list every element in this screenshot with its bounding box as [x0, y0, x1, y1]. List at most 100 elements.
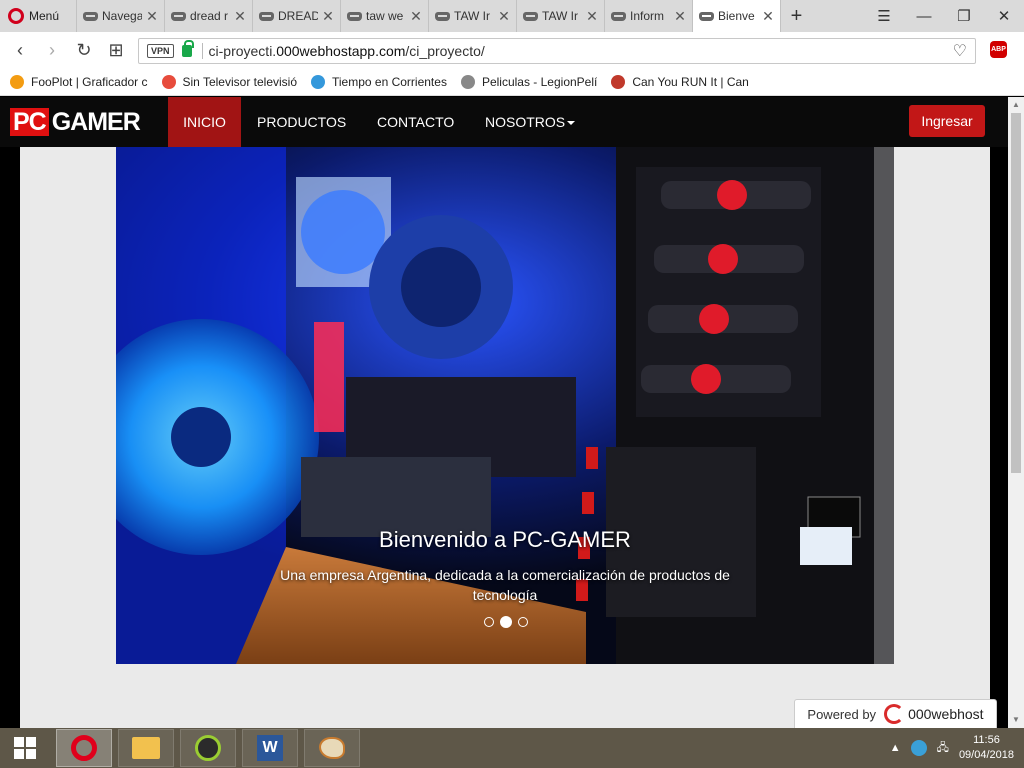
opera-menu-button[interactable]: Menú [0, 0, 76, 32]
browser-tab[interactable]: TAW Ir ✕ [428, 0, 516, 32]
bookmark-label: Can You RUN It | Can [632, 74, 749, 89]
minimize-icon[interactable]: — [904, 0, 944, 32]
tab-label: TAW Ir [454, 9, 490, 23]
file-explorer-icon [132, 737, 160, 759]
nav-inicio[interactable]: INICIO [168, 97, 241, 147]
close-tab-icon[interactable]: ✕ [762, 8, 774, 25]
powered-label: Powered by [807, 706, 877, 722]
bookmark-label: Sin Televisor televisió [182, 74, 298, 89]
taskbar-paint[interactable] [304, 729, 360, 767]
bookmark-label: FooPlot | Graficador c [31, 74, 148, 89]
incognito-icon [83, 11, 98, 21]
bookmark-item[interactable]: FooPlot | Graficador c [10, 74, 148, 89]
bookmark-item[interactable]: Peliculas - LegionPelí [460, 74, 597, 89]
tab-label: taw we [366, 9, 404, 23]
logo-gamer: GAMER [51, 107, 141, 136]
hero-carousel[interactable]: Bienvenido a PC-GAMER Una empresa Argent… [116, 147, 894, 664]
bookmark-item[interactable]: Can You RUN It | Can [611, 74, 749, 89]
nav-contacto[interactable]: CONTACTO [377, 97, 454, 147]
paint-icon [319, 737, 345, 759]
browser-tab[interactable]: dread r ✕ [164, 0, 252, 32]
close-tab-icon[interactable]: ✕ [146, 8, 158, 25]
tab-label: dread r [190, 9, 229, 23]
incognito-icon [699, 11, 714, 21]
scroll-down-icon[interactable]: ▼ [1008, 712, 1024, 728]
caret-down-icon [567, 121, 576, 126]
powered-by-badge[interactable]: Powered by 000webhost [794, 699, 997, 728]
close-tab-icon[interactable]: ✕ [674, 8, 686, 25]
tray-expand-icon[interactable]: ▲ [890, 742, 901, 754]
maximize-icon[interactable]: ❐ [944, 0, 984, 32]
start-button[interactable] [0, 728, 50, 768]
close-tab-icon[interactable]: ✕ [410, 8, 422, 25]
browser-tab[interactable]: Navega ✕ [76, 0, 164, 32]
canyourunit-icon [611, 74, 626, 89]
carousel-dot-active[interactable] [500, 616, 512, 628]
site-navbar: PC GAMER INICIO PRODUCTOS CONTACTO NOSOTR… [0, 97, 1008, 147]
new-tab-button[interactable]: + [780, 0, 812, 32]
opera-icon [71, 735, 97, 761]
url-path: /ci_proyecto/ [405, 43, 485, 59]
close-window-icon[interactable]: ✕ [984, 0, 1024, 32]
geogebra-icon [195, 735, 221, 761]
incognito-icon [347, 11, 362, 21]
login-button[interactable]: Ingresar [909, 105, 985, 137]
tv-icon [161, 74, 176, 89]
bookmark-label: Tiempo en Corrientes [332, 74, 447, 89]
clock-time: 11:56 [973, 734, 1000, 746]
browser-toolbar: ‹ › ↻ ⊞ VPN ci-proyecti. 000webhostapp.co… [0, 32, 1024, 68]
bookmark-heart-icon[interactable]: ♡ [953, 41, 967, 61]
lock-icon[interactable] [181, 40, 194, 57]
tab-label: Navega [102, 9, 142, 23]
scrollbar-thumb[interactable] [1011, 113, 1021, 473]
word-icon: W [257, 735, 283, 761]
incognito-icon [435, 11, 450, 21]
film-icon [460, 74, 475, 89]
taskbar-clock[interactable]: 11:56 09/04/2018 [959, 733, 1014, 763]
forward-icon[interactable]: › [36, 40, 68, 61]
fooplot-icon [10, 74, 24, 89]
url-prefix: ci-proyecti. [208, 43, 277, 59]
carousel-indicators [484, 616, 528, 628]
close-tab-icon[interactable]: ✕ [498, 8, 510, 25]
tab-menu-icon[interactable]: ☰ [864, 0, 904, 32]
nav-productos[interactable]: PRODUCTOS [257, 97, 346, 147]
close-tab-icon[interactable]: ✕ [322, 8, 334, 25]
nav-nosotros-dropdown[interactable]: NOSOTROS [485, 97, 576, 147]
browser-tab[interactable]: Inform ✕ [604, 0, 692, 32]
adblock-plus-icon[interactable]: ABP [990, 41, 1007, 58]
close-tab-icon[interactable]: ✕ [586, 8, 598, 25]
reload-icon[interactable]: ↻ [68, 40, 100, 61]
carousel-dot[interactable] [518, 617, 528, 627]
taskbar-word[interactable]: W [242, 729, 298, 767]
browser-tab[interactable]: taw we ✕ [340, 0, 428, 32]
browser-tab-strip: Menú Navega ✕ dread r ✕ DREAD ✕ taw we ✕ TAW… [0, 0, 1024, 32]
vpn-badge[interactable]: VPN [147, 44, 174, 58]
speed-dial-icon[interactable]: ⊞ [100, 40, 132, 61]
incognito-icon [259, 11, 274, 21]
bookmark-item[interactable]: Tiempo en Corrientes [311, 74, 447, 89]
browser-tab-active[interactable]: Bienve ✕ [692, 0, 780, 32]
tab-label: TAW Ir [542, 9, 578, 23]
address-bar[interactable]: VPN ci-proyecti. 000webhostapp.com/ci_pro… [138, 38, 976, 64]
tray-app-icon[interactable] [910, 740, 927, 756]
taskbar-opera[interactable] [56, 729, 112, 767]
pcgamer-logo[interactable]: PC GAMER [10, 107, 141, 136]
network-icon[interactable]: 🖧 [937, 739, 949, 758]
close-tab-icon[interactable]: ✕ [234, 8, 246, 25]
browser-tab[interactable]: DREAD ✕ [252, 0, 340, 32]
page-scrollbar[interactable]: ▲ ▼ [1008, 97, 1024, 728]
carousel-dot[interactable] [484, 617, 494, 627]
taskbar-geogebra[interactable] [180, 729, 236, 767]
address-separator [201, 43, 203, 59]
windows-taskbar: W ▲ 🖧 11:56 09/04/2018 [0, 728, 1024, 768]
taskbar-file-explorer[interactable] [118, 729, 174, 767]
bookmark-item[interactable]: Sin Televisor televisió [161, 74, 298, 89]
back-icon[interactable]: ‹ [4, 40, 36, 61]
scroll-up-icon[interactable]: ▲ [1008, 97, 1024, 113]
browser-tab[interactable]: TAW Ir ✕ [516, 0, 604, 32]
webhost-name: 000webhost [908, 706, 984, 722]
incognito-icon [523, 11, 538, 21]
menu-label: Menú [29, 9, 60, 23]
clock-date: 09/04/2018 [958, 749, 1014, 761]
